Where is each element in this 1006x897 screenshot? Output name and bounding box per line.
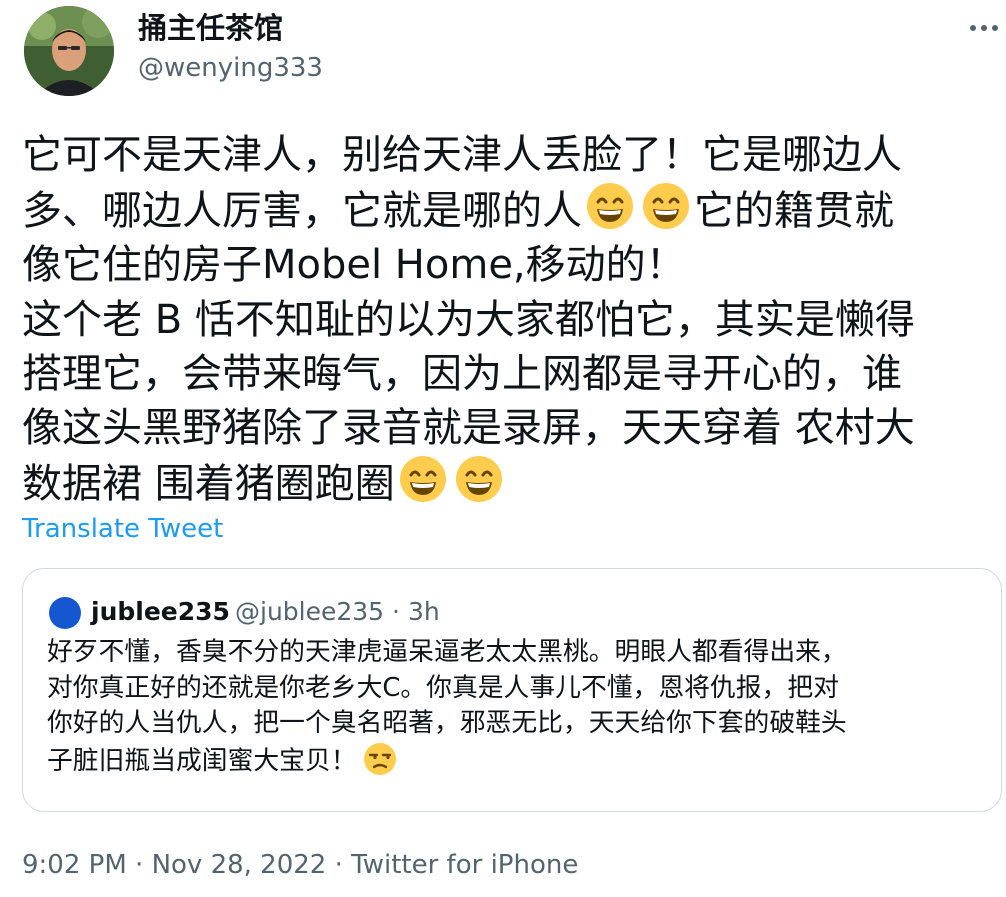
- author-avatar[interactable]: [24, 6, 114, 96]
- tweet-line: 像这头黑野猪除了录音就是录屏，天天穿着 农村大: [22, 405, 915, 452]
- tweet-line-segment: 它的籍贯就: [694, 188, 894, 235]
- footer-separator: ·: [326, 850, 352, 880]
- avatar-photo: [24, 6, 114, 96]
- more-options-button[interactable]: [964, 8, 1004, 42]
- quoted-tweet-meta: @jublee235 · 3h: [235, 595, 440, 629]
- tweet-line: 数据裙 围着猪圈跑圈: [22, 455, 998, 511]
- quoted-line: 好歹不懂，香臭不分的天津虎逼呆逼老太太黑桃。明眼人都看得出来，: [47, 637, 847, 667]
- quoted-line: 子脏旧瓶当成闺蜜大宝贝！: [47, 742, 997, 780]
- tweet-timestamp-row: 9:02 PM · Nov 28, 2022 · Twitter for iPh…: [22, 848, 578, 882]
- tweet-header: 捅主任茶馆 @wenying333: [0, 0, 1006, 110]
- grinning-face-icon: [399, 455, 447, 503]
- unamused-face-icon: [363, 742, 397, 776]
- tweet-source[interactable]: Twitter for iPhone: [351, 850, 578, 880]
- quoted-tweet-time: 3h: [407, 597, 440, 626]
- footer-separator: ·: [126, 850, 152, 880]
- tweet-line: 像它住的房子Mobel Home,移动的！: [22, 242, 686, 289]
- more-horizontal-icon: [970, 25, 998, 31]
- quoted-tweet-card[interactable]: jublee235 @jublee235 · 3h 好歹不懂，香臭不分的天津虎逼…: [22, 568, 1002, 812]
- tweet-text: 它可不是天津人，别给天津人丢脸了！它是哪边人 多、哪边人厉害，它就是哪的人 它的籍…: [22, 128, 998, 511]
- quoted-tweet-text: 好歹不懂，香臭不分的天津虎逼呆逼老太太黑桃。明眼人都看得出来， 对你真正好的还就…: [47, 635, 997, 779]
- quoted-author-display-name: jublee235: [91, 597, 230, 626]
- quoted-line: 对你真正好的还就是你老乡大C。你真是人事儿不懂，恩将仇报，把对: [47, 672, 839, 703]
- tweet-line-segment: 数据裙 围着猪圈跑圈: [22, 461, 395, 508]
- quoted-author-handle: @jublee235: [235, 597, 385, 626]
- tweet-line: 这个老 B 恬不知耻的以为大家都怕它，其实是懒得: [22, 296, 915, 343]
- tweet-date[interactable]: Nov 28, 2022: [152, 850, 327, 880]
- tweet-line: 多、哪边人厉害，它就是哪的人 它的籍贯就: [22, 182, 998, 238]
- tweet-line: 搭理它，会带来晦气，因为上网都是寻开心的，谁: [22, 350, 902, 397]
- author-display-name[interactable]: 捅主任茶馆: [138, 10, 283, 46]
- quoted-line-segment: 子脏旧瓶当成闺蜜大宝贝！: [47, 745, 357, 776]
- grinning-face-icon: [455, 455, 503, 503]
- meta-separator: ·: [392, 597, 400, 626]
- author-handle[interactable]: @wenying333: [138, 52, 323, 84]
- tweet-line: 它可不是天津人，别给天津人丢脸了！它是哪边人: [22, 132, 902, 178]
- tweet-line-segment: 多、哪边人厉害，它就是哪的人: [22, 188, 582, 235]
- tweet-time[interactable]: 9:02 PM: [22, 850, 127, 880]
- grinning-face-icon: [642, 182, 690, 230]
- quoted-author-avatar[interactable]: [49, 597, 81, 629]
- quoted-line: 你好的人当仇人，把一个臭名昭著，邪恶无比，天天给你下套的破鞋头: [47, 708, 847, 738]
- grinning-face-icon: [586, 182, 634, 230]
- translate-tweet-link[interactable]: Translate Tweet: [22, 512, 223, 546]
